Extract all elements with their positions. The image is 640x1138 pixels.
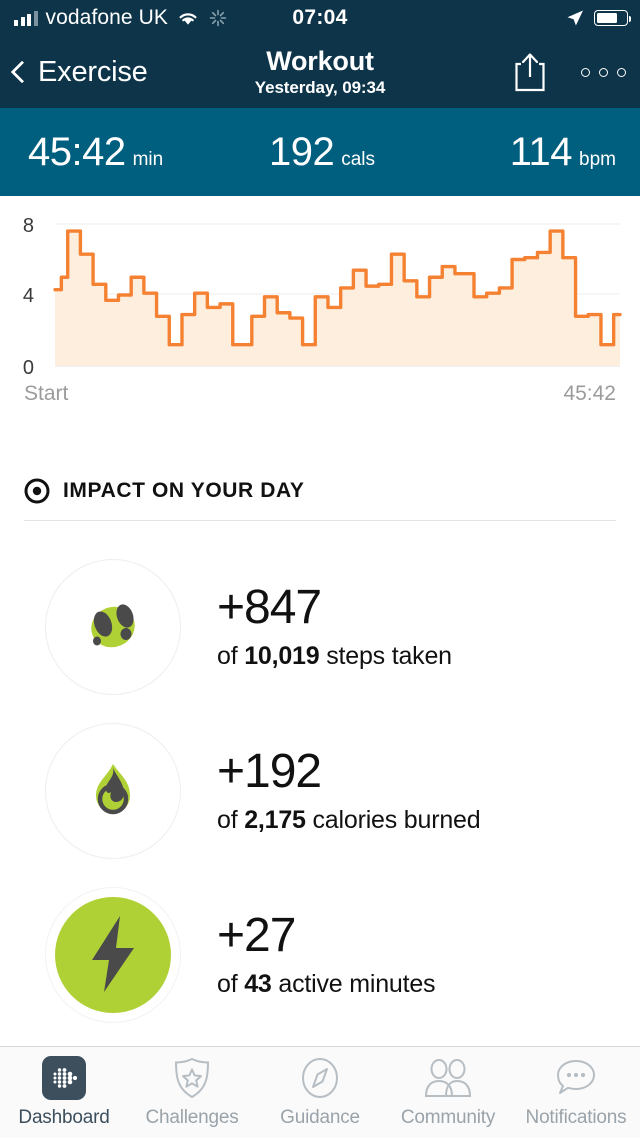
- status-bar-left: vodafone UK: [14, 6, 228, 30]
- steps-icon-badge: [45, 559, 181, 695]
- calories-icon-badge: [45, 723, 181, 859]
- stat-duration-unit: min: [132, 148, 164, 170]
- workout-stats-bar: 45:42 min 192 cals 114 bpm: [0, 108, 640, 196]
- impact-row-active-minutes[interactable]: +27 of 43 active minutes: [0, 873, 640, 1037]
- location-arrow-icon: [567, 10, 583, 26]
- chart-x-labels: Start 45:42: [0, 382, 640, 406]
- wifi-icon: [179, 13, 197, 25]
- stat-duration: 45:42 min: [0, 130, 224, 175]
- tab-guidance[interactable]: Guidance: [256, 1056, 384, 1129]
- steps-text: +847 of 10,019 steps taken: [217, 581, 452, 671]
- tab-notifications[interactable]: Notifications: [512, 1056, 640, 1129]
- tab-challenges-label: Challenges: [145, 1107, 239, 1128]
- tab-bar: Dashboard Challenges Guidance Community …: [0, 1046, 640, 1138]
- nav-actions: [513, 36, 626, 108]
- flame-icon: [96, 764, 130, 815]
- chat-bubble-icon: [553, 1056, 599, 1100]
- tab-community[interactable]: Community: [384, 1056, 512, 1129]
- chart-x-start-label: Start: [24, 382, 69, 405]
- workout-chart: 8 4 0 Start 45:42: [0, 196, 640, 416]
- impact-section-header: IMPACT ON YOUR DAY: [0, 470, 640, 512]
- active-minutes-text: +27 of 43 active minutes: [217, 909, 436, 999]
- stat-calories-unit: cals: [341, 148, 376, 170]
- y-tick-4: 4: [23, 285, 34, 307]
- impact-row-steps[interactable]: +847 of 10,019 steps taken: [0, 545, 640, 709]
- y-tick-8: 8: [23, 215, 34, 237]
- lightning-bolt-icon: [55, 897, 171, 1013]
- tab-community-label: Community: [400, 1107, 496, 1128]
- sync-spinner-icon: [209, 9, 227, 27]
- calories-text: +192 of 2,175 calories burned: [217, 745, 481, 835]
- shield-star-icon: [171, 1056, 213, 1100]
- back-button[interactable]: Exercise: [10, 55, 148, 89]
- tab-dashboard-label: Dashboard: [18, 1107, 110, 1128]
- share-icon[interactable]: [513, 51, 547, 93]
- calories-subtitle: of 2,175 calories burned: [217, 805, 481, 835]
- chart-canvas: 8 4 0: [23, 215, 622, 379]
- dot-2: [599, 67, 608, 77]
- target-icon: [24, 478, 50, 504]
- back-button-label: Exercise: [38, 55, 148, 88]
- impact-rows: +847 of 10,019 steps taken +192 of 2,175…: [0, 521, 640, 1037]
- chart-x-end-label: 45:42: [563, 382, 616, 405]
- chevron-left-icon: [10, 60, 34, 84]
- people-icon: [422, 1056, 474, 1100]
- calories-total: 2,175: [244, 805, 306, 834]
- stat-heartrate: 114 bpm: [420, 130, 640, 175]
- footsteps-icon: [91, 604, 135, 648]
- stat-calories-value: 192: [268, 129, 335, 174]
- tab-guidance-label: Guidance: [280, 1107, 360, 1128]
- steps-suffix: steps taken: [319, 641, 452, 670]
- status-bar-right: [565, 0, 631, 36]
- active-minutes-prefix: of: [217, 969, 245, 998]
- compass-icon: [299, 1056, 341, 1100]
- impact-row-calories[interactable]: +192 of 2,175 calories burned: [0, 709, 640, 873]
- active-minutes-total: 43: [244, 969, 272, 998]
- stat-heartrate-unit: bpm: [579, 148, 616, 170]
- active-minutes-delta: +27: [217, 909, 296, 963]
- dot-3: [617, 67, 626, 77]
- steps-prefix: of: [217, 641, 245, 670]
- tab-notifications-label: Notifications: [525, 1107, 627, 1128]
- dot-1: [581, 67, 590, 77]
- active-minutes-icon-badge: [45, 887, 181, 1023]
- more-options-button[interactable]: [581, 67, 626, 77]
- active-minutes-subtitle: of 43 active minutes: [217, 969, 436, 999]
- signal-strength-icon: [14, 10, 38, 26]
- steps-delta: +847: [217, 581, 322, 635]
- calories-prefix: of: [217, 805, 245, 834]
- carrier-label: vodafone UK: [45, 6, 169, 29]
- battery-icon: [594, 10, 631, 26]
- stat-heartrate-value: 114: [509, 129, 573, 174]
- steps-subtitle: of 10,019 steps taken: [217, 642, 452, 671]
- chart-area-fill: [55, 231, 620, 366]
- stat-calories: 192 cals: [224, 130, 420, 175]
- steps-total: 10,019: [244, 641, 320, 670]
- fitbit-logo-icon: [42, 1056, 86, 1100]
- impact-section-title: IMPACT ON YOUR DAY: [63, 479, 305, 502]
- nav-bar: Exercise Workout Yesterday, 09:34: [0, 36, 640, 108]
- y-tick-0: 0: [23, 357, 34, 379]
- calories-suffix: calories burned: [305, 805, 481, 834]
- status-bar: vodafone UK 07:04: [0, 0, 640, 36]
- calories-delta: +192: [217, 745, 322, 799]
- tab-dashboard[interactable]: Dashboard: [0, 1056, 128, 1129]
- stat-duration-value: 45:42: [28, 129, 126, 174]
- tab-challenges[interactable]: Challenges: [128, 1056, 256, 1129]
- active-minutes-suffix: active minutes: [271, 969, 436, 998]
